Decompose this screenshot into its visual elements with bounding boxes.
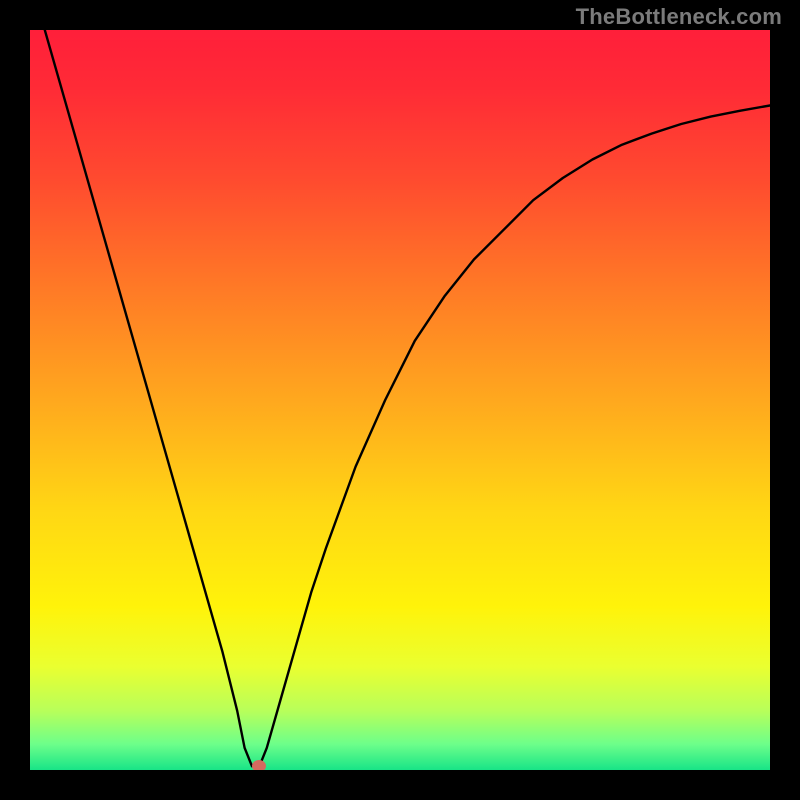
chart-svg [30,30,770,770]
plot-area [30,30,770,770]
watermark-text: TheBottleneck.com [576,4,782,30]
minimum-marker [252,760,266,770]
chart-frame: TheBottleneck.com [0,0,800,800]
gradient-rect [30,30,770,770]
